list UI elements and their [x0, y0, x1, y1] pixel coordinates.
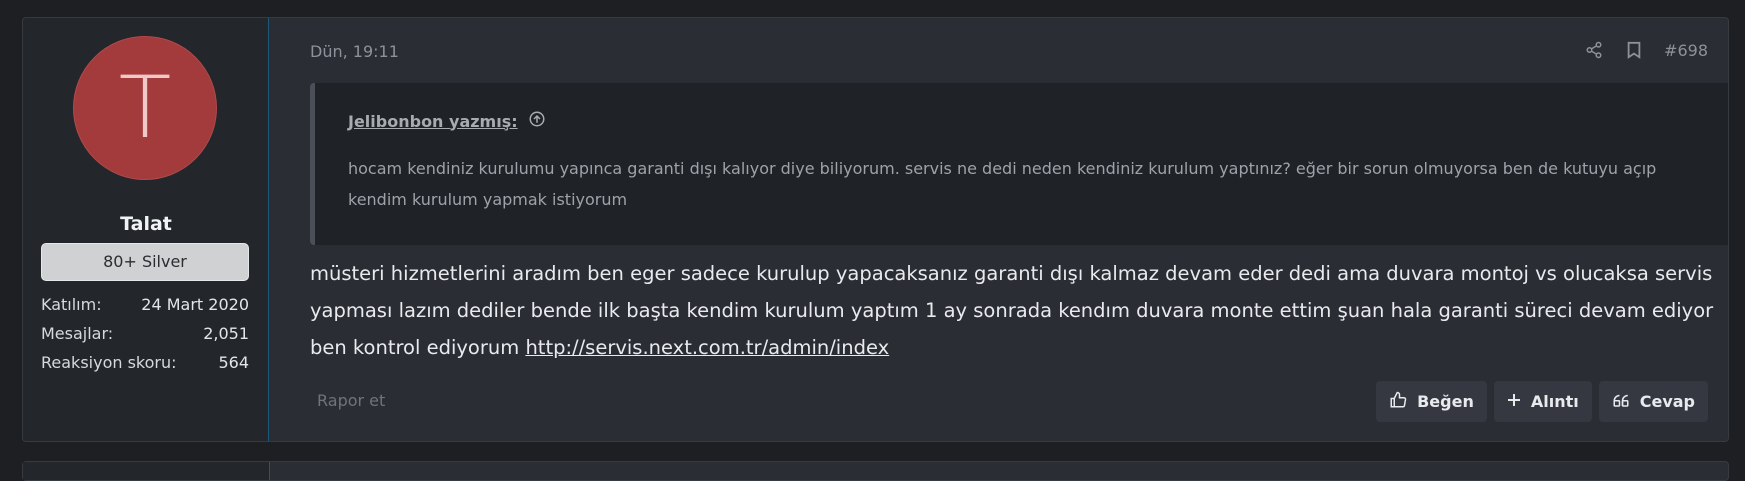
quote-block: Jelibonbon yazmış: hocam kendiniz kurulu… — [310, 83, 1728, 245]
stat-row-messages: Mesajlar: 2,051 — [41, 319, 249, 348]
post-action-buttons: Beğen Alıntı Cevap — [1376, 381, 1708, 422]
like-button[interactable]: Beğen — [1376, 381, 1487, 422]
post-main: Dün, 19:11 #698 Jelibonbon yazmış: hocam… — [269, 18, 1728, 441]
share-icon[interactable] — [1584, 40, 1604, 60]
stat-label: Mesajlar: — [41, 324, 114, 343]
post-number-link[interactable]: #698 — [1664, 41, 1708, 60]
quote-author-link[interactable]: Jelibonbon yazmış: — [348, 112, 518, 131]
quote-button[interactable]: Alıntı — [1493, 381, 1592, 422]
stat-row-joined: Katılım: 24 Mart 2020 — [41, 290, 249, 319]
stat-label: Katılım: — [41, 295, 102, 314]
user-cell: T Talat 80+ Silver Katılım: 24 Mart 2020… — [23, 18, 269, 441]
next-post-user-cell — [23, 462, 270, 480]
stat-value: 24 Mart 2020 — [141, 295, 249, 314]
username[interactable]: Talat — [23, 213, 269, 235]
post: T Talat 80+ Silver Katılım: 24 Mart 2020… — [22, 17, 1729, 442]
reply-button[interactable]: Cevap — [1598, 381, 1708, 422]
post-top-actions: #698 — [1584, 40, 1708, 60]
next-post-partial — [22, 461, 1729, 481]
plus-icon — [1507, 392, 1521, 411]
stat-row-reaction: Reaksiyon skoru: 564 — [41, 348, 249, 377]
stat-label: Reaksiyon skoru: — [41, 353, 177, 372]
user-title-badge: 80+ Silver — [41, 243, 249, 281]
post-date[interactable]: Dün, 19:11 — [310, 42, 399, 61]
bookmark-icon[interactable] — [1624, 40, 1644, 60]
stat-value: 2,051 — [203, 324, 249, 343]
user-stats: Katılım: 24 Mart 2020 Mesajlar: 2,051 Re… — [41, 290, 249, 377]
avatar[interactable]: T — [73, 36, 217, 180]
arrow-up-circle-icon[interactable] — [528, 110, 546, 132]
like-label: Beğen — [1417, 392, 1474, 411]
message-link[interactable]: http://servis.next.com.tr/admin/index — [525, 336, 889, 359]
quote-label: Alıntı — [1530, 392, 1579, 411]
message-body: müsteri hizmetlerini aradım ben eger sad… — [310, 255, 1728, 366]
quote-header: Jelibonbon yazmış: — [348, 110, 546, 132]
report-link[interactable]: Rapor et — [317, 391, 385, 410]
message-text: müsteri hizmetlerini aradım ben eger sad… — [310, 262, 1714, 359]
reply-label: Cevap — [1639, 392, 1695, 411]
quote-text: hocam kendiniz kurulumu yapınca garanti … — [348, 159, 1657, 209]
quote-marks-icon — [1612, 392, 1630, 412]
thumbs-up-icon — [1389, 391, 1407, 413]
stat-value: 564 — [218, 353, 249, 372]
